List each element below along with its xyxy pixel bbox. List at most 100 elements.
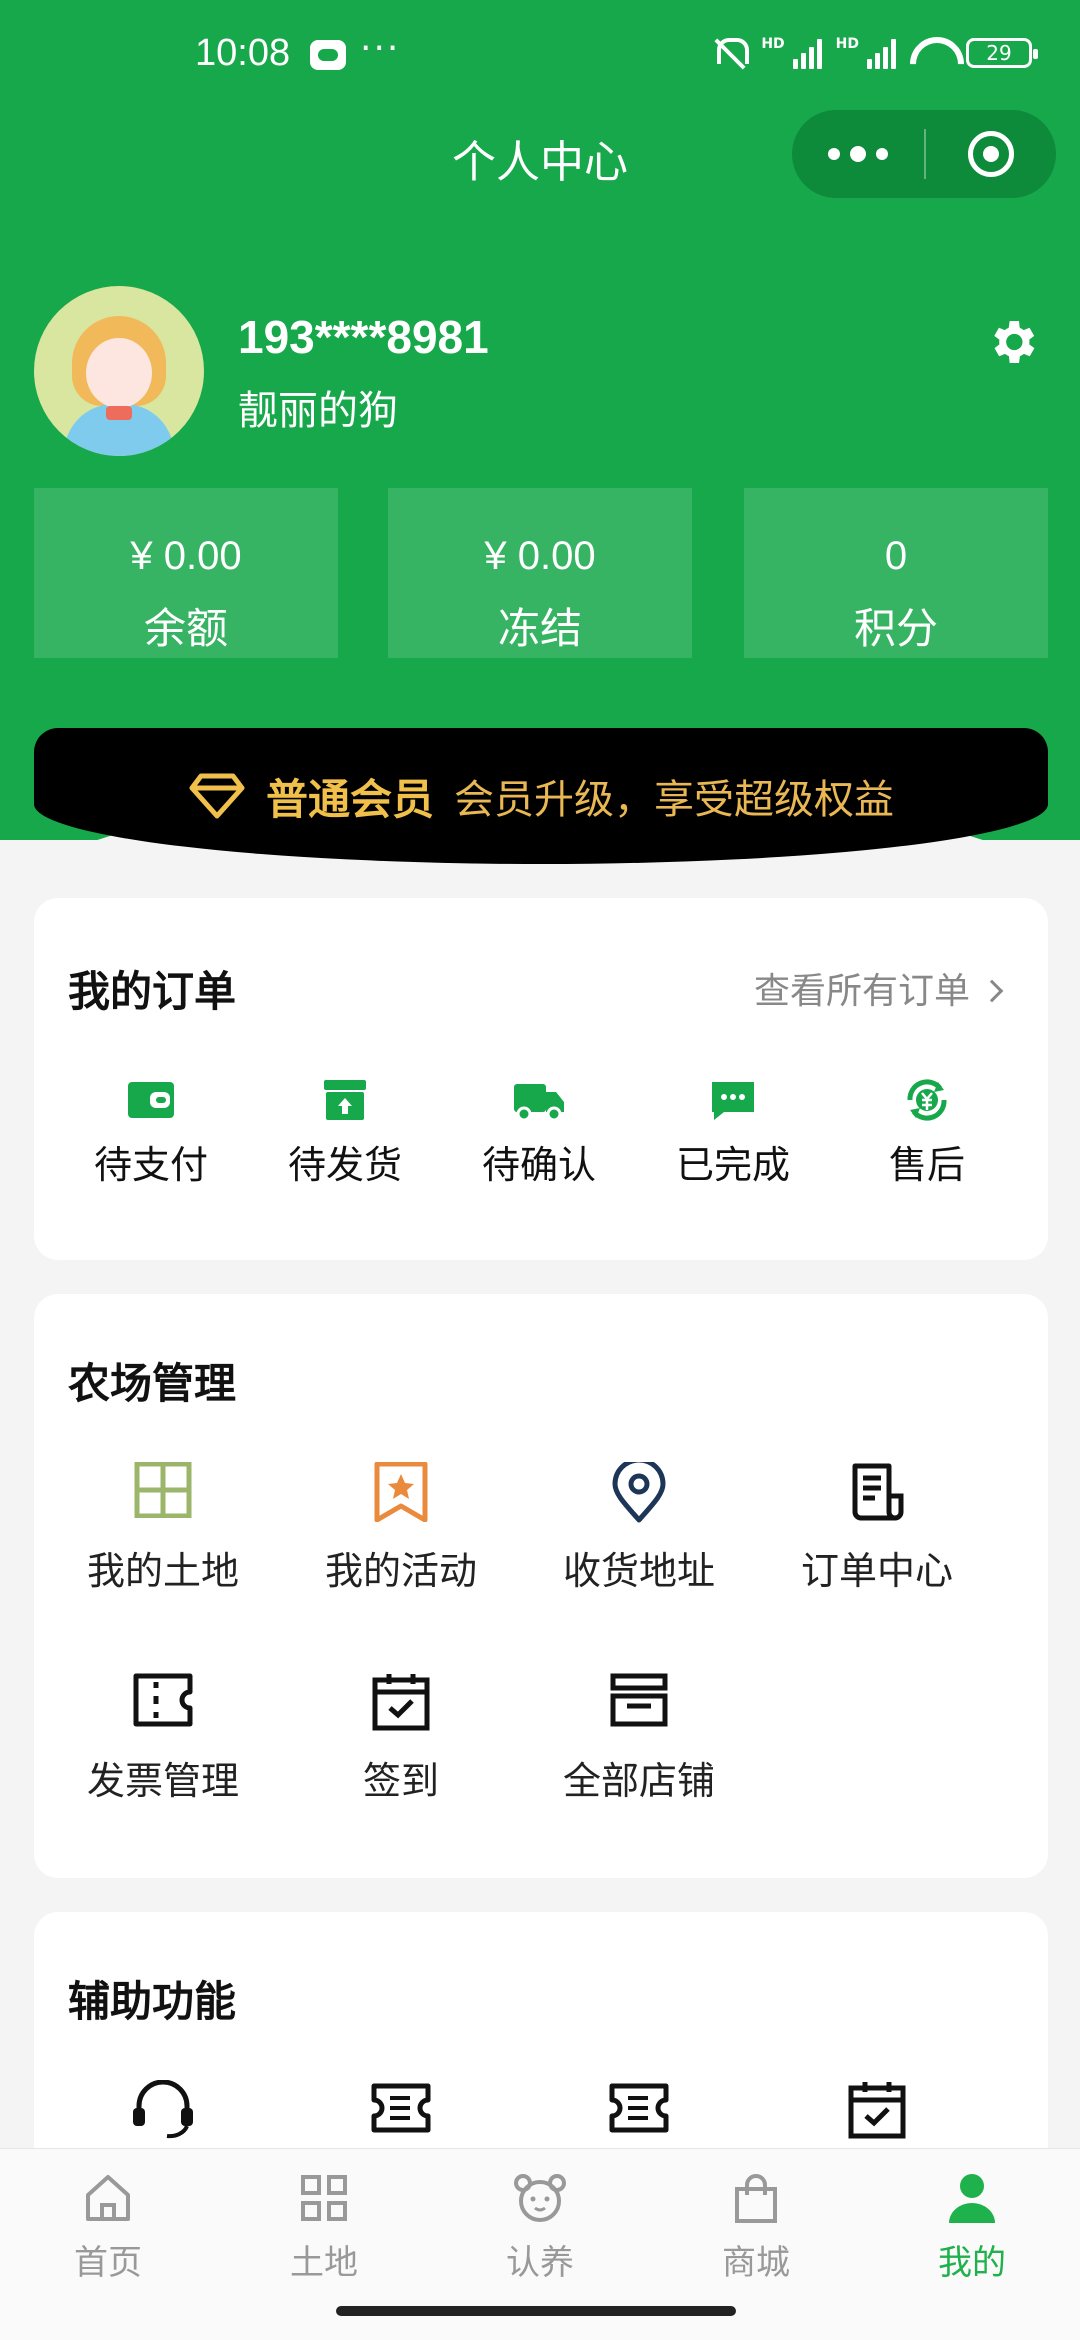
user-nickname: 靓丽的狗	[238, 388, 398, 434]
vip-tier: 普通会员	[265, 774, 434, 824]
farm-item-address[interactable]: 收货地址	[520, 1462, 758, 1595]
tab-label: 商城	[722, 2243, 790, 2283]
farm-title: 农场管理	[68, 1359, 237, 1408]
orders-title: 我的订单	[68, 967, 237, 1016]
home-icon	[86, 2175, 130, 2221]
tab-home[interactable]: 首页	[0, 2173, 216, 2284]
stat-frozen[interactable]: ¥ 0.00 冻结	[388, 488, 692, 658]
land-grid-icon	[134, 1462, 192, 1518]
stat-balance[interactable]: ¥ 0.00 余额	[34, 488, 338, 658]
store-icon	[610, 1673, 668, 1727]
view-all-label: 查看所有订单	[753, 971, 970, 1012]
order-label: 待发货	[287, 1143, 402, 1187]
calendar-check-icon	[848, 2082, 906, 2139]
chevron-right-icon	[980, 979, 1004, 1003]
system-icons: HD HD 29	[713, 36, 1038, 70]
box-icon	[324, 1080, 366, 1120]
wechat-icon	[310, 40, 346, 70]
close-miniprogram-button[interactable]	[926, 110, 1056, 198]
order-completed[interactable]: 已完成	[636, 1078, 830, 1189]
document-icon	[852, 1463, 904, 1521]
hd-label-1: HD	[761, 36, 785, 52]
tab-label: 认养	[506, 2243, 574, 2283]
farm-item-label: 订单中心	[800, 1549, 953, 1593]
farm-item-label: 我的活动	[324, 1549, 477, 1593]
stat-label: 冻结	[497, 604, 582, 653]
aux-item-coupon-2[interactable]	[520, 2080, 758, 2136]
order-pending-shipment[interactable]: 待发货	[248, 1078, 442, 1189]
stat-label: 余额	[143, 604, 228, 653]
farm-item-all-stores[interactable]: 全部店铺	[520, 1672, 758, 1805]
tab-mall[interactable]: 商城	[648, 2173, 864, 2284]
miniprogram-capsule	[792, 110, 1056, 198]
mute-icon	[713, 36, 750, 70]
bear-icon	[514, 2174, 566, 2222]
bookmark-star-icon	[374, 1462, 428, 1522]
status-bar: 10:08 ··· HD HD 29	[0, 0, 1080, 120]
status-time: 10:08	[195, 32, 291, 74]
orders-card: 我的订单 查看所有订单 待支付 待发货 待确认 已完成 售后	[34, 898, 1048, 1260]
order-pending-payment[interactable]: 待支付	[54, 1078, 248, 1189]
grid-icon	[301, 2175, 347, 2221]
order-label: 待确认	[481, 1143, 596, 1187]
location-pin-icon	[612, 1462, 666, 1523]
signal-icon	[792, 37, 822, 69]
wallet-icon	[128, 1082, 174, 1118]
gear-icon[interactable]	[984, 314, 1040, 370]
farm-item-my-activities[interactable]: 我的活动	[282, 1462, 520, 1595]
coupon-icon	[609, 2083, 669, 2133]
stat-value: 0	[884, 534, 908, 578]
farm-item-checkin[interactable]: 签到	[282, 1672, 520, 1805]
battery-icon: 29	[966, 38, 1038, 68]
farm-item-label: 全部店铺	[562, 1759, 715, 1803]
hd-label-2: HD	[835, 36, 859, 52]
more-options-button[interactable]	[792, 110, 924, 198]
diamond-icon	[189, 773, 245, 819]
home-indicator[interactable]	[336, 2306, 736, 2316]
chat-icon	[712, 1082, 754, 1120]
tab-mine[interactable]: 我的	[864, 2173, 1080, 2284]
vip-banner[interactable]: 普通会员 会员升级，享受超级权益	[34, 728, 1048, 864]
ticket-icon	[133, 1673, 193, 1727]
status-more-dots: ···	[360, 28, 401, 69]
farm-item-my-land[interactable]: 我的土地	[44, 1462, 282, 1595]
coupon-icon	[371, 2083, 431, 2133]
aux-item-customer-service[interactable]	[44, 2080, 282, 2140]
stat-value: ¥ 0.00	[130, 534, 242, 578]
farm-management-card: 农场管理 我的土地 我的活动 收货地址 订单中心 发票管理 签到 全部店铺	[34, 1294, 1048, 1878]
headset-icon	[133, 2080, 193, 2139]
aux-item-coupon-1[interactable]	[282, 2080, 520, 2136]
stat-points[interactable]: 0 积分	[744, 488, 1048, 658]
aux-title: 辅助功能	[68, 1977, 237, 2026]
stat-label: 积分	[853, 604, 938, 653]
farm-item-label: 我的土地	[86, 1549, 239, 1593]
farm-item-label: 签到	[362, 1759, 439, 1803]
aux-item-calendar[interactable]	[758, 2080, 996, 2140]
stat-value: ¥ 0.00	[484, 534, 596, 578]
order-label: 售后	[888, 1143, 965, 1187]
truck-icon	[514, 1084, 564, 1122]
target-icon	[968, 131, 1014, 177]
tab-adopt[interactable]: 认养	[432, 2173, 648, 2284]
avatar[interactable]	[34, 286, 204, 456]
user-icon	[949, 2174, 995, 2223]
farm-item-invoice[interactable]: 发票管理	[44, 1672, 282, 1805]
order-pending-confirm[interactable]: 待确认	[442, 1078, 636, 1189]
wifi-icon	[910, 37, 952, 69]
user-phone: 193****8981	[238, 311, 489, 363]
tab-label: 首页	[74, 2243, 142, 2283]
order-after-sales[interactable]: 售后	[830, 1078, 1024, 1189]
tab-land[interactable]: 土地	[216, 2173, 432, 2284]
signal-icon	[867, 37, 896, 69]
vip-promo: 会员升级，享受超级权益	[454, 777, 894, 823]
shopping-bag-icon	[735, 2174, 777, 2223]
tab-label: 土地	[290, 2243, 358, 2283]
view-all-orders-link[interactable]: 查看所有订单	[753, 962, 1004, 1014]
farm-item-label: 发票管理	[86, 1759, 239, 1803]
calendar-check-icon	[372, 1674, 430, 1731]
order-label: 已完成	[675, 1143, 790, 1187]
farm-item-order-center[interactable]: 订单中心	[758, 1462, 996, 1595]
order-label: 待支付	[93, 1143, 208, 1187]
farm-item-label: 收货地址	[562, 1549, 715, 1593]
tab-label: 我的	[938, 2243, 1006, 2283]
